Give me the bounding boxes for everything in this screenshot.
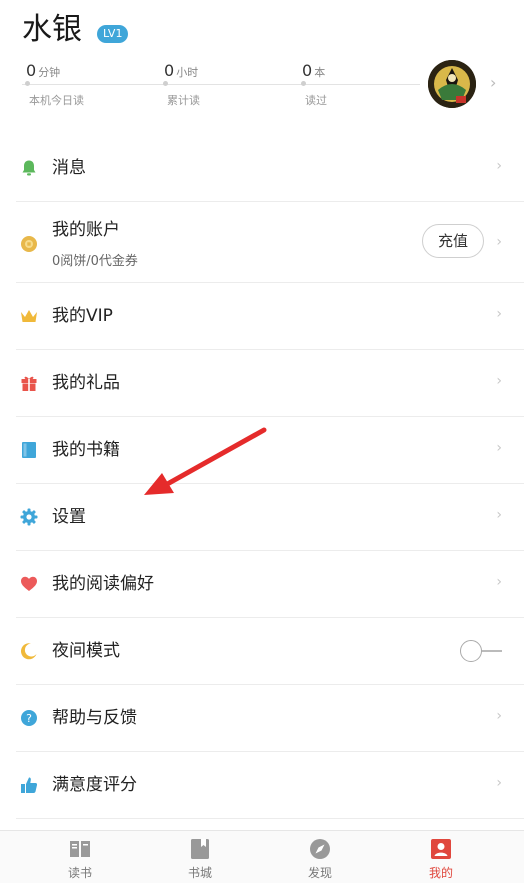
stat-caption: 本机今日读 (29, 94, 84, 107)
menu-item-label: 我的VIP (52, 306, 113, 326)
level-badge: LV1 (97, 25, 129, 43)
compass-icon (310, 839, 330, 859)
menu-item-account[interactable]: 我的账户 0阅饼/0代金券 充值 › (16, 202, 524, 283)
gear-icon (20, 508, 38, 526)
menu-item-label: 满意度评分 (52, 775, 137, 795)
menu-item-night-mode[interactable]: 夜间模式 (16, 618, 524, 685)
stat-dot (163, 81, 168, 86)
stat-unit: 小时 (176, 66, 199, 79)
crown-icon (21, 310, 37, 322)
chevron-right-icon: › (496, 507, 502, 523)
chevron-right-icon: › (496, 373, 502, 389)
menu-item-label: 帮助与反馈 (52, 708, 137, 728)
bell-icon (22, 160, 36, 176)
tab-discover[interactable]: 发现 (290, 837, 350, 881)
coin-icon (21, 236, 37, 252)
stat-total-reading: 0 小时 累计读 (163, 60, 200, 107)
bottom-tab-bar: 读书 书城 发现 我的 (0, 830, 524, 883)
stats-timeline (22, 84, 420, 85)
stat-books-read: 0本 读过 (301, 60, 327, 107)
tab-label: 我的 (428, 866, 453, 880)
stat-unit: 分钟 (38, 66, 61, 79)
avatar[interactable] (428, 60, 476, 108)
stat-value: 0 (26, 61, 37, 80)
tab-label: 读书 (67, 866, 92, 880)
stat-dot (301, 81, 306, 86)
chevron-right-icon[interactable]: › (490, 73, 496, 92)
bookmark-book-icon (191, 839, 209, 859)
chevron-right-icon: › (496, 158, 502, 174)
menu-item-label: 夜间模式 (52, 641, 120, 661)
book-icon (22, 442, 36, 458)
stat-value: 0 (164, 61, 175, 80)
avatar-image (428, 60, 476, 108)
menu-item-label: 我的书籍 (52, 440, 120, 460)
help-icon: ? (21, 710, 37, 726)
account-balance: 0阅饼/0代金券 (52, 254, 138, 269)
menu-item-help[interactable]: ? 帮助与反馈 › (16, 685, 524, 752)
heart-icon (21, 576, 37, 591)
chevron-right-icon: › (496, 234, 502, 250)
tab-label: 书城 (187, 866, 212, 880)
chevron-right-icon: › (496, 708, 502, 724)
menu-item-gifts[interactable]: 我的礼品 › (16, 350, 524, 417)
tab-bookstore[interactable]: 书城 (170, 837, 230, 881)
menu-item-label: 设置 (52, 507, 86, 527)
open-book-icon (70, 841, 90, 857)
chevron-right-icon: › (496, 574, 502, 590)
menu-item-label: 消息 (52, 158, 86, 178)
stat-unit: 本 (314, 66, 326, 79)
thumbs-up-icon (21, 777, 38, 793)
menu-item-preferences[interactable]: 我的阅读偏好 › (16, 551, 524, 618)
menu-item-rating[interactable]: 满意度评分 › (16, 752, 524, 819)
chevron-right-icon: › (496, 306, 502, 322)
moon-icon (20, 643, 37, 660)
tab-label: 发现 (307, 866, 332, 880)
menu-item-settings[interactable]: 设置 › (16, 484, 524, 551)
stat-dot (25, 81, 30, 86)
menu-item-vip[interactable]: 我的VIP › (16, 283, 524, 350)
user-icon (431, 839, 451, 859)
username: 水银 (22, 12, 82, 47)
annotation-arrow-icon (144, 427, 267, 495)
menu-item-books[interactable]: 我的书籍 › (16, 417, 524, 484)
menu-item-label: 我的阅读偏好 (52, 574, 154, 594)
stat-caption: 累计读 (167, 94, 200, 107)
tab-reading[interactable]: 读书 (50, 837, 110, 881)
toggle-knob (460, 640, 482, 662)
gift-icon (21, 376, 37, 391)
chevron-right-icon: › (496, 440, 502, 456)
night-mode-toggle[interactable] (460, 639, 504, 663)
profile-header: 水银 LV1 0 分钟 本机今日读 0 小时 累计读 0本 读过 › (0, 0, 524, 135)
tab-mine[interactable]: 我的 (411, 837, 471, 881)
stat-today-reading: 0 分钟 本机今日读 (25, 60, 84, 107)
recharge-button[interactable]: 充值 (422, 224, 484, 258)
menu-item-label: 我的账户 (52, 220, 120, 240)
svg-text:?: ? (26, 712, 32, 725)
stat-value: 0 (302, 61, 313, 80)
menu-item-messages[interactable]: 消息 › (16, 135, 524, 202)
stat-caption: 读过 (305, 94, 327, 107)
chevron-right-icon: › (496, 775, 502, 791)
menu-item-label: 我的礼品 (52, 373, 120, 393)
